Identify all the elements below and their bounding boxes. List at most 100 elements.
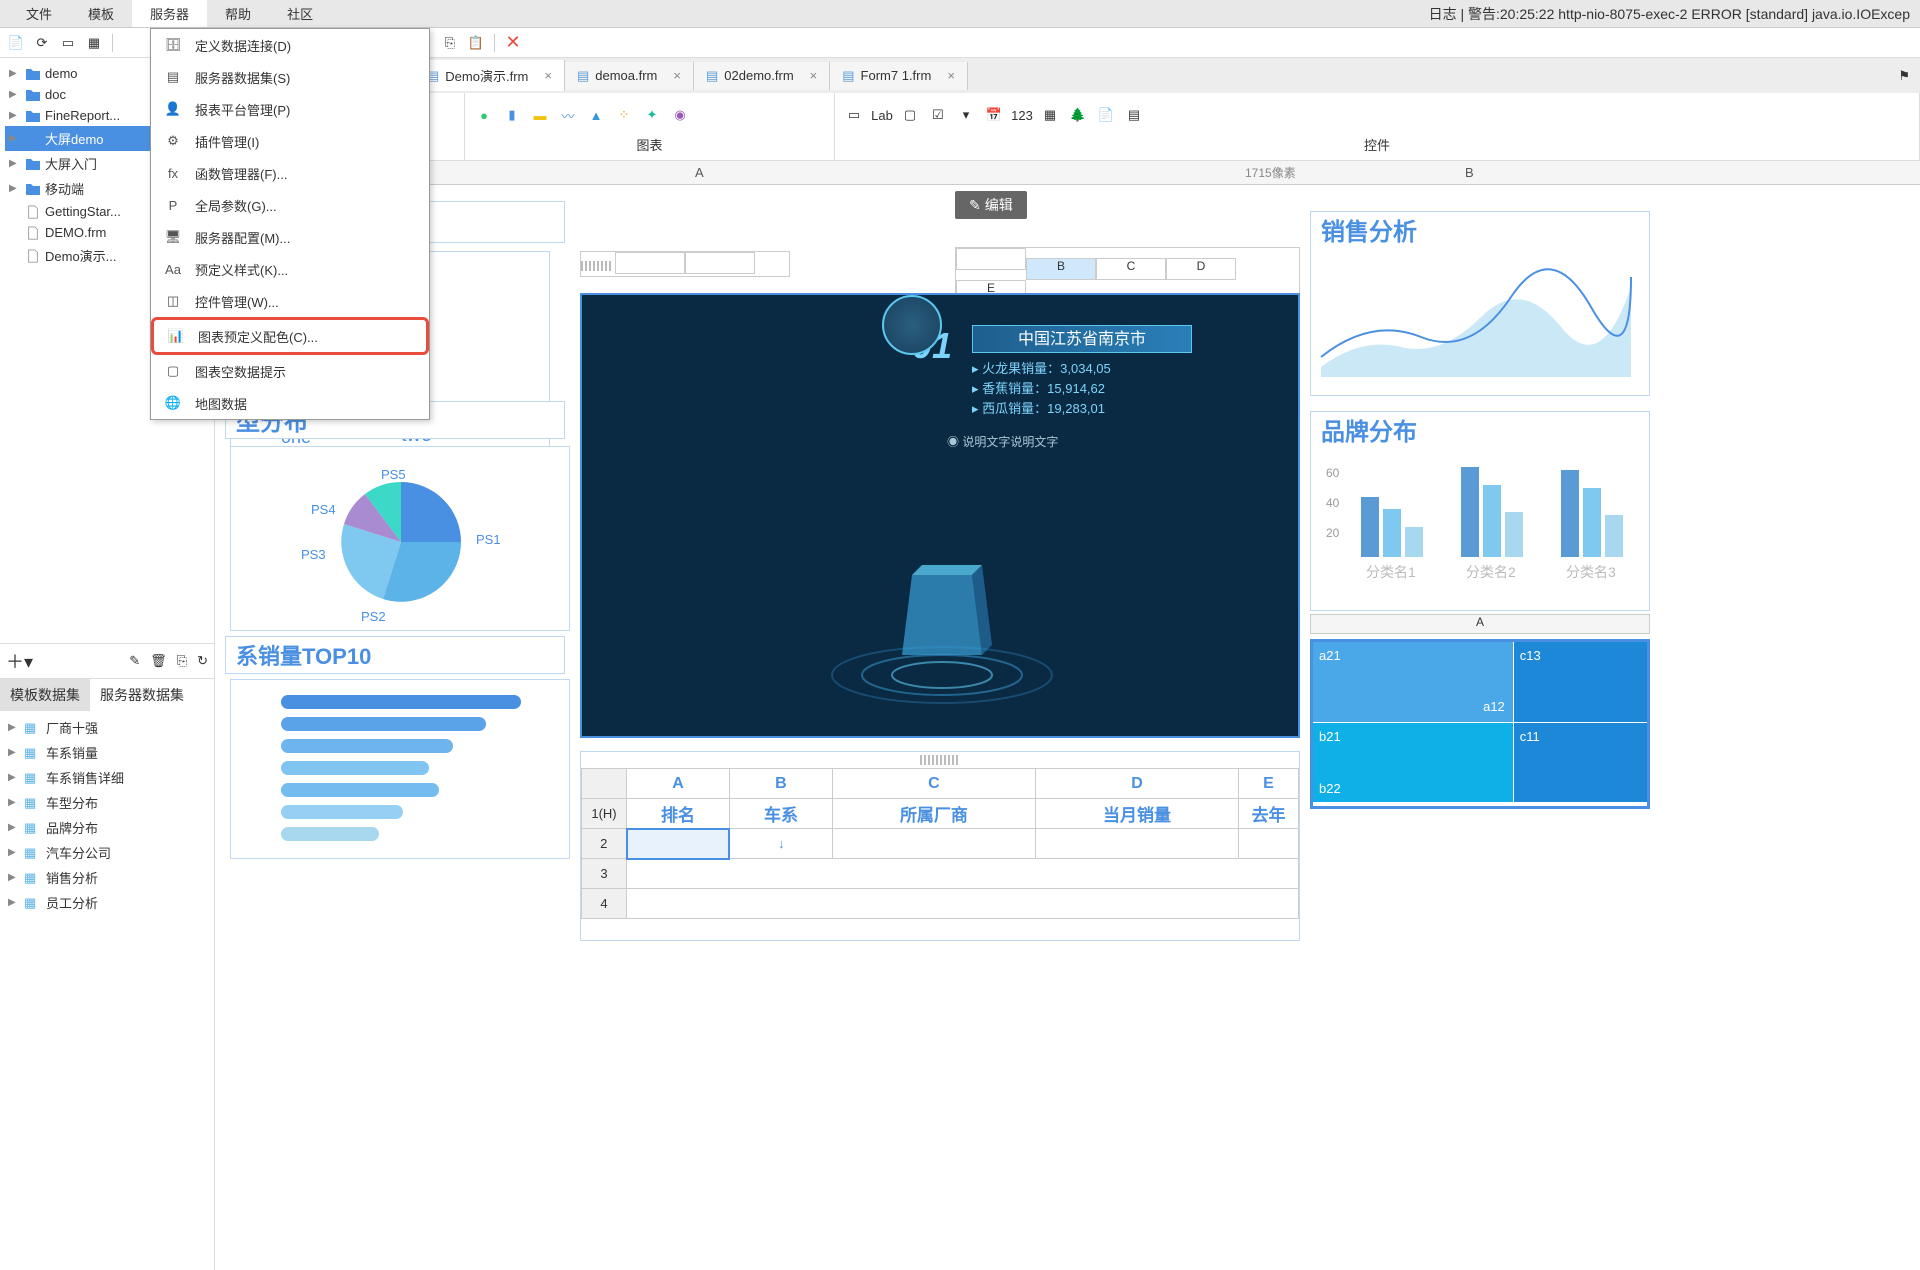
table-row-header[interactable]: 3 (582, 859, 627, 889)
tab-options-icon[interactable]: ⚑ (1888, 68, 1920, 84)
widget-title-series-top10[interactable]: 系销量TOP10 (225, 636, 565, 674)
scatter-chart-icon[interactable]: ⁘ (613, 104, 635, 126)
menu-define-data-connection[interactable]: 🗄定义数据连接(D) (151, 29, 429, 61)
table-cell-selected[interactable] (627, 829, 730, 859)
dataset-item[interactable]: ▶▦车系销售详细 (4, 765, 210, 790)
bubble-chart-icon[interactable]: ◉ (669, 104, 691, 126)
number-widget-icon[interactable]: 123 (1011, 104, 1033, 126)
menu-community[interactable]: 社区 (269, 0, 331, 27)
table-cell[interactable]: ↓ (729, 829, 832, 859)
table-cell[interactable]: 去年 (1239, 799, 1299, 829)
menu-widget-manager[interactable]: ◫控件管理(W)... (151, 285, 429, 317)
close-icon[interactable]: × (810, 68, 818, 83)
menu-file[interactable]: 文件 (8, 0, 70, 27)
grid-widget-icon[interactable]: ▦ (1039, 104, 1061, 126)
menu-chart-empty-hint[interactable]: ▢图表空数据提示 (151, 355, 429, 387)
mini-table[interactable] (580, 251, 790, 277)
close-icon[interactable]: × (544, 68, 552, 83)
file-tab[interactable]: ▤Demo演示.frm× (415, 60, 565, 91)
widget-sales-analysis[interactable]: 销售分析 (1310, 211, 1650, 396)
refresh-icon[interactable]: ⟳ (31, 32, 53, 54)
table-cell[interactable] (1035, 829, 1238, 859)
grid-icon[interactable]: ▦ (83, 32, 105, 54)
menu-function-manager[interactable]: fx函数管理器(F)... (151, 157, 429, 189)
delete-icon[interactable]: 🗑 (150, 653, 167, 669)
drag-handle-icon[interactable] (581, 261, 611, 271)
label-widget-icon[interactable]: Lab (871, 104, 893, 126)
dataset-item[interactable]: ▶▦车系销量 (4, 740, 210, 765)
checkbox-widget-icon[interactable]: ☑ (927, 104, 949, 126)
menu-plugin-manager[interactable]: ⚙插件管理(I) (151, 125, 429, 157)
delete-icon[interactable]: ✕ (502, 32, 524, 54)
edit-icon[interactable]: ✎ (129, 653, 140, 669)
table-cell[interactable] (627, 859, 1299, 889)
radar-chart-icon[interactable]: ✦ (641, 104, 663, 126)
area-chart-icon[interactable]: ▲ (585, 104, 607, 126)
dataset-item[interactable]: ▶▦汽车分公司 (4, 840, 210, 865)
table-col-header[interactable]: B (729, 769, 832, 799)
more-widget-icon[interactable]: ▤ (1123, 104, 1145, 126)
button-widget-icon[interactable]: ▢ (899, 104, 921, 126)
menu-predefined-style[interactable]: Aa预定义样式(K)... (151, 253, 429, 285)
dataset-item[interactable]: ▶▦员工分析 (4, 890, 210, 915)
table-col-header[interactable]: C (832, 769, 1035, 799)
menu-server-dataset[interactable]: ▤服务器数据集(S) (151, 61, 429, 93)
widget-data-table[interactable]: A B C D E 1(H) 排名 车系 所属厂商 当月销量 去年 2 ↓ (580, 751, 1300, 941)
menu-report-platform[interactable]: 👤报表平台管理(P) (151, 93, 429, 125)
table-row-header[interactable]: 2 (582, 829, 627, 859)
file-tab[interactable]: ▤demoa.frm× (565, 62, 694, 90)
file-tab[interactable]: ▤02demo.frm× (694, 62, 830, 90)
new-icon[interactable]: 📄 (5, 32, 27, 54)
file-tab[interactable]: ▤Form7 1.frm× (830, 62, 968, 90)
close-icon[interactable]: × (673, 68, 681, 83)
file-widget-icon[interactable]: 📄 (1095, 104, 1117, 126)
combo-widget-icon[interactable]: ▾ (955, 104, 977, 126)
tab-server-dataset[interactable]: 服务器数据集 (90, 679, 194, 711)
dataset-item[interactable]: ▶▦品牌分布 (4, 815, 210, 840)
menu-help[interactable]: 帮助 (207, 0, 269, 27)
menu-map-data[interactable]: 🌐地图数据 (151, 387, 429, 419)
drag-handle-icon[interactable] (920, 755, 960, 765)
menu-server[interactable]: 服务器 (132, 0, 207, 27)
line-chart-icon[interactable]: 〰 (557, 104, 579, 126)
design-canvas[interactable]: A 1715像素 B ✎编辑 P10 销售分析 nine seven one t… (215, 161, 1920, 1270)
date-widget-icon[interactable]: 📅 (983, 104, 1005, 126)
tree-widget-icon[interactable]: 🌲 (1067, 104, 1089, 126)
dataset-item[interactable]: ▶▦厂商十强 (4, 715, 210, 740)
dataset-item[interactable]: ▶▦车型分布 (4, 790, 210, 815)
widget-horizontal-bars[interactable] (230, 679, 570, 859)
widget-brand-bars[interactable]: 品牌分布 60 40 20 分类名1 分类名2 分类名3 (1310, 411, 1650, 611)
table-cell[interactable]: 排名 (627, 799, 730, 829)
table-col-header[interactable]: D (1035, 769, 1238, 799)
pie-chart-icon[interactable]: ● (473, 104, 495, 126)
bar-chart-icon[interactable]: ▮ (501, 104, 523, 126)
tab-template-dataset[interactable]: 模板数据集 (0, 679, 90, 711)
table-cell[interactable] (832, 829, 1035, 859)
column-chart-icon[interactable]: ▬ (529, 104, 551, 126)
menu-template[interactable]: 模板 (70, 0, 132, 27)
widget-pie-chart[interactable]: PS1 PS2 PS3 PS4 PS5 (230, 446, 570, 631)
table-col-header[interactable]: E (1239, 769, 1299, 799)
copy-icon[interactable]: ⎘ (177, 653, 187, 669)
menu-global-params[interactable]: P全局参数(G)... (151, 189, 429, 221)
table-cell[interactable] (627, 889, 1299, 919)
copy-icon[interactable]: ⎘ (439, 32, 461, 54)
menu-server-config[interactable]: 🖥服务器配置(M)... (151, 221, 429, 253)
table-cell[interactable] (1239, 829, 1299, 859)
refresh-icon[interactable]: ↻ (197, 653, 208, 669)
table-cell[interactable]: 车系 (729, 799, 832, 829)
widget-treemap[interactable]: a21a12 c13 b21b22 c11 (1310, 639, 1650, 809)
dataset-item[interactable]: ▶▦销售分析 (4, 865, 210, 890)
edit-button[interactable]: ✎编辑 (955, 191, 1027, 219)
close-icon[interactable]: × (947, 68, 955, 83)
table-cell[interactable]: 当月销量 (1035, 799, 1238, 829)
table-row-header[interactable]: 1(H) (582, 799, 627, 829)
table-col-header[interactable]: A (627, 769, 730, 799)
menu-chart-predefined-color[interactable]: 📊图表预定义配色(C)... (151, 317, 429, 355)
add-icon[interactable]: ＋▾ (6, 648, 33, 674)
table-cell[interactable]: 所属厂商 (832, 799, 1035, 829)
table-row-header[interactable]: 4 (582, 889, 627, 919)
paste-icon[interactable]: 📋 (465, 32, 487, 54)
widget-dashboard[interactable]: 01 中国江苏省南京市 ▸ 火龙果销量：3,034,05 ▸ 香蕉销量：15,9… (580, 293, 1300, 738)
data-table[interactable]: A B C D E 1(H) 排名 车系 所属厂商 当月销量 去年 2 ↓ (581, 768, 1299, 919)
